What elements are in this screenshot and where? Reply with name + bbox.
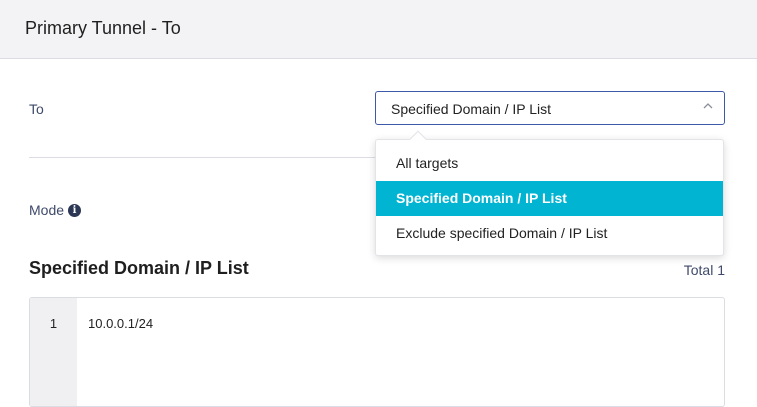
- info-icon[interactable]: i: [68, 203, 82, 217]
- divider: [29, 157, 375, 158]
- page-title: Primary Tunnel - To: [25, 18, 181, 38]
- list-entry[interactable]: 10.0.0.1/24: [88, 316, 153, 331]
- page-header: Primary Tunnel - To: [0, 0, 757, 59]
- dropdown-option-specified-domain-ip-list[interactable]: Specified Domain / IP List: [376, 181, 723, 216]
- list-section-title: Specified Domain / IP List: [29, 258, 249, 278]
- chevron-up-icon: [703, 103, 713, 109]
- dropdown-option-exclude-specified-domain-ip-list[interactable]: Exclude specified Domain / IP List: [376, 216, 723, 251]
- line-number: 1: [49, 316, 58, 331]
- dropdown-option-all-targets[interactable]: All targets: [376, 146, 723, 181]
- domain-ip-list-editor[interactable]: 1 10.0.0.1/24: [29, 297, 725, 407]
- mode-label: Mode: [29, 202, 65, 218]
- line-number-gutter: 1: [30, 298, 77, 406]
- to-select[interactable]: Specified Domain / IP List: [375, 91, 725, 125]
- dropdown-pointer: [409, 130, 427, 148]
- list-total-count: Total 1: [683, 262, 725, 278]
- mode-label-row: Mode i: [29, 202, 82, 218]
- to-label: To: [29, 101, 44, 117]
- to-dropdown-menu: All targets Specified Domain / IP List E…: [375, 130, 724, 256]
- to-select-value: Specified Domain / IP List: [391, 101, 552, 117]
